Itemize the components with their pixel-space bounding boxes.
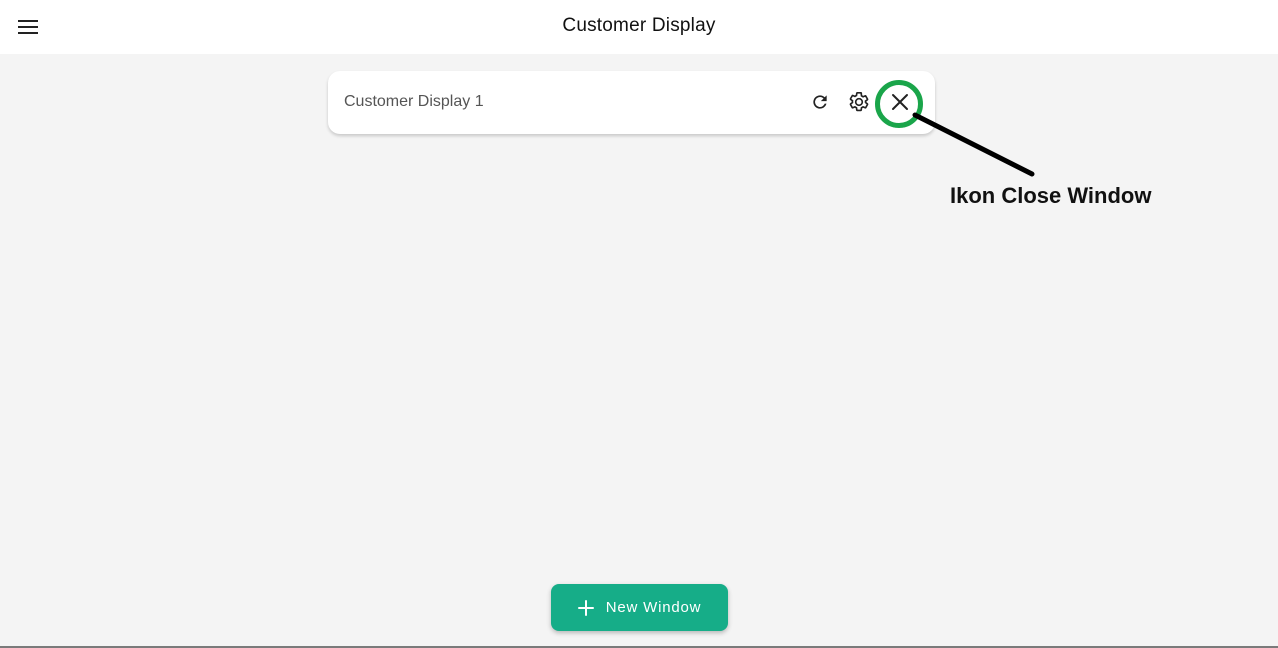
new-window-label: New Window bbox=[605, 599, 702, 616]
annotation-label: Ikon Close Window bbox=[950, 183, 1152, 208]
new-window-button[interactable]: New Window bbox=[551, 584, 728, 631]
plus-icon bbox=[577, 599, 594, 616]
annotation-pointer-line bbox=[912, 112, 1035, 177]
